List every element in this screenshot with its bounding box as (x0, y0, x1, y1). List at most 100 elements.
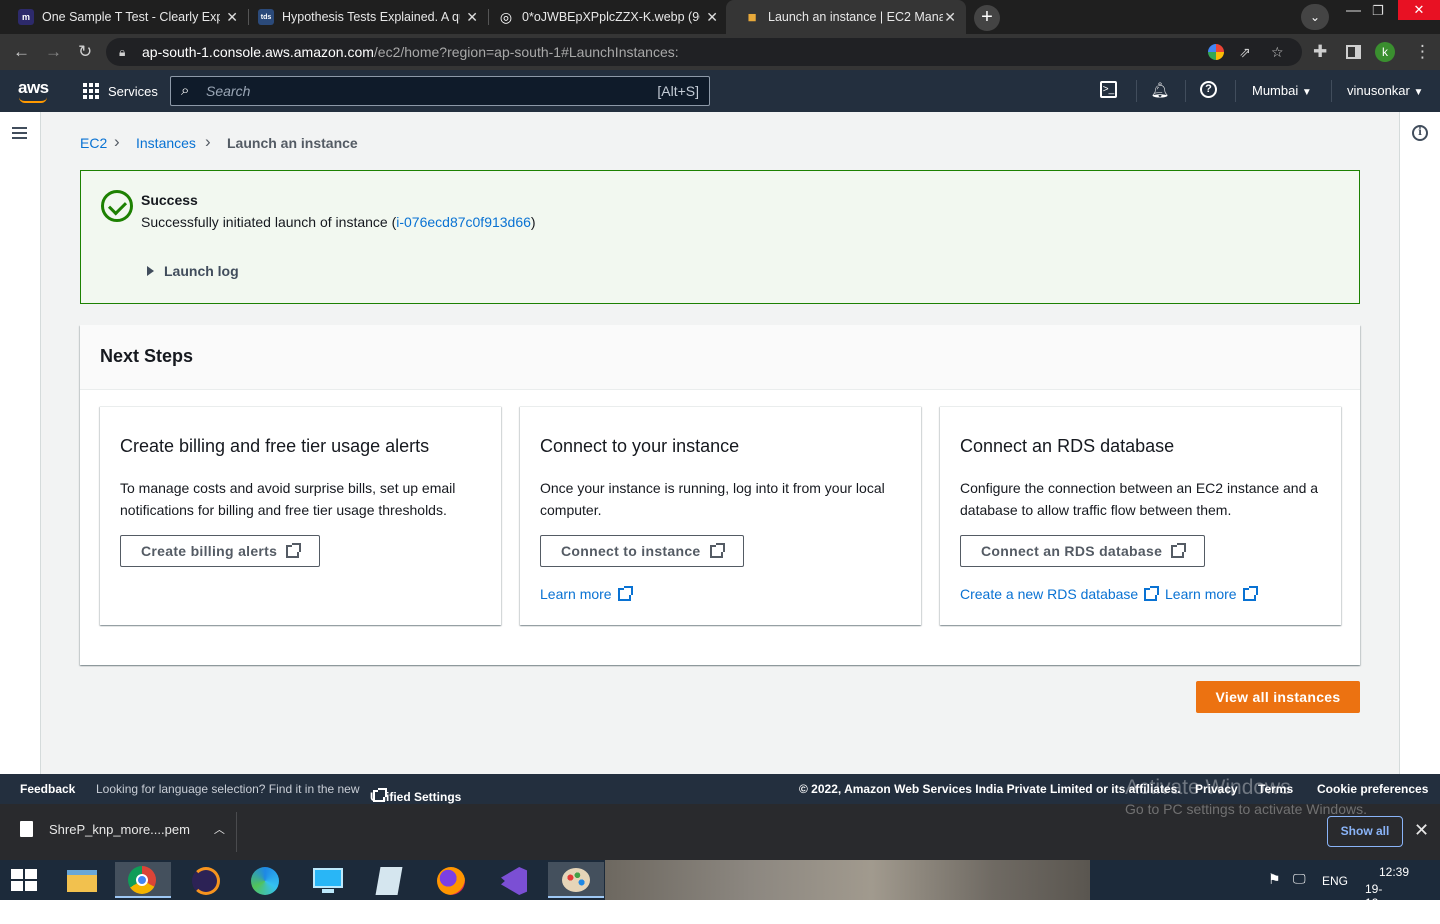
card-title: Connect an RDS database (960, 436, 1175, 456)
learn-more-link[interactable]: Learn more (540, 585, 633, 602)
reload-icon[interactable]: ↻ (78, 42, 92, 62)
bookmark-star-icon[interactable]: ☆ (1271, 38, 1284, 66)
close-tab-icon[interactable]: ✕ (226, 9, 238, 26)
success-check-icon (101, 190, 133, 222)
button-label: Connect an RDS database (981, 543, 1163, 559)
browser-tab-active[interactable]: ■ Launch an instance | EC2 Manage ✕ (726, 0, 966, 34)
aws-box-favicon-icon: ■ (747, 8, 757, 26)
help-icon[interactable]: ? (1200, 81, 1217, 98)
file-explorer-icon[interactable] (55, 862, 111, 898)
flash-title: Success (141, 192, 198, 208)
services-label: Services (108, 83, 158, 99)
windows-start-icon[interactable] (11, 869, 39, 891)
rds-database-card: Connect an RDS database Configure the co… (940, 406, 1341, 625)
restore-window-icon[interactable]: ❐ (1372, 3, 1384, 19)
eclipse-icon[interactable] (178, 862, 234, 898)
region-selector[interactable]: Mumbai ▼ (1252, 83, 1312, 98)
visual-studio-icon[interactable] (486, 862, 542, 898)
breadcrumb-current: Launch an instance (227, 135, 358, 151)
browser-tab-strip: m One Sample T Test - Clearly Expla ✕ td… (0, 0, 1440, 34)
close-tab-icon[interactable]: ✕ (706, 9, 718, 26)
aws-top-nav: aws Services ⌕ Search [Alt+S] >_ 🔔︎ ? Mu… (0, 70, 1440, 112)
create-new-rds-link[interactable]: Create a new RDS database (960, 585, 1160, 602)
cookie-preferences-link[interactable]: Cookie preferences (1317, 782, 1428, 796)
search-input[interactable]: ⌕ Search [Alt+S] (170, 76, 710, 106)
browser-tab[interactable]: ◎ 0*oJWBEpXPplcZZX-K.webp (960 ✕ (480, 0, 728, 34)
profile-avatar[interactable]: k (1375, 42, 1395, 62)
speaker-icon[interactable]: 🖵︎ (1293, 871, 1306, 887)
flash-message-text: Successfully initiated launch of instanc… (141, 214, 397, 230)
chevron-up-icon[interactable]: ︿ (214, 821, 225, 837)
search-shortcut: [Alt+S] (657, 83, 699, 99)
browser-tab[interactable]: m One Sample T Test - Clearly Expla ✕ (0, 0, 248, 34)
caret-down-icon: ▼ (1301, 87, 1312, 98)
close-tab-icon[interactable]: ✕ (466, 9, 478, 26)
next-steps-header: Next Steps (80, 325, 1360, 390)
tab-title: One Sample T Test - Clearly Expla (42, 10, 220, 24)
tds-favicon-icon: tds (258, 9, 274, 25)
browser-tab[interactable]: tds Hypothesis Tests Explained. A qu ✕ (240, 0, 488, 34)
show-all-downloads-button[interactable]: Show all (1327, 816, 1403, 847)
clock-date[interactable]: 19-12-2022 (1365, 882, 1392, 924)
tab-search-chevron-down-icon[interactable]: ⌄ (1301, 4, 1329, 30)
close-downloads-icon[interactable]: ✕ (1414, 820, 1429, 841)
chevron-right-icon: › (114, 132, 120, 151)
google-lens-icon[interactable] (1208, 44, 1224, 60)
launch-log-toggle[interactable]: Launch log (147, 263, 239, 279)
copyright-text: © 2022, Amazon Web Services India Privat… (799, 782, 1181, 796)
minimize-icon[interactable]: — (1346, 2, 1361, 19)
edge-icon[interactable] (238, 862, 294, 898)
remote-desktop-icon[interactable] (300, 862, 356, 898)
services-menu-button[interactable]: Services (83, 70, 158, 112)
link-label: Learn more (540, 586, 612, 602)
address-bar[interactable]: 🔒︎ ap-south-1.console.aws.amazon.com/ec2… (106, 38, 1302, 66)
learn-more-link[interactable]: Learn more (1165, 585, 1258, 602)
external-link-icon (373, 788, 387, 802)
view-all-instances-button[interactable]: View all instances (1196, 681, 1360, 713)
feedback-link[interactable]: Feedback (20, 782, 75, 796)
url-host: ap-south-1.console.aws.amazon.com (142, 44, 374, 60)
external-link-icon (617, 585, 633, 601)
notifications-bell-icon[interactable]: 🔔︎ (1150, 81, 1170, 101)
new-tab-plus-icon[interactable]: + (974, 5, 1000, 31)
breadcrumb-instances[interactable]: Instances (136, 135, 196, 151)
info-icon[interactable]: i (1412, 125, 1428, 141)
firefox-icon[interactable] (424, 862, 480, 898)
caret-right-icon (147, 266, 154, 276)
hamburger-menu-icon[interactable] (12, 127, 27, 142)
launch-log-label: Launch log (164, 263, 239, 279)
clock-time[interactable]: 12:39 (1379, 865, 1409, 879)
url-path: /ec2/home?region=ap-south-1#LaunchInstan… (373, 44, 679, 60)
card-description: To manage costs and avoid surprise bills… (120, 480, 456, 518)
network-warning-icon[interactable]: ⚑ (1268, 871, 1281, 888)
browser-menu-kebab-icon[interactable]: ⋮ (1414, 42, 1431, 62)
notepad-icon[interactable] (362, 862, 418, 898)
paint-icon[interactable] (548, 862, 604, 898)
create-billing-alerts-button[interactable]: Create billing alerts (120, 535, 321, 567)
share-icon[interactable]: ⇗ (1239, 38, 1251, 66)
instance-id-link[interactable]: i-076ecd87c0f913d66 (396, 214, 531, 230)
breadcrumb-ec2[interactable]: EC2 (80, 135, 107, 151)
chrome-icon[interactable] (115, 862, 171, 898)
cloudshell-icon[interactable]: >_ (1100, 81, 1117, 98)
side-panel-icon[interactable] (1346, 45, 1361, 59)
connect-to-instance-button[interactable]: Connect to instance (540, 535, 744, 567)
caret-down-icon: ▼ (1413, 87, 1424, 98)
next-steps-title: Next Steps (100, 346, 194, 366)
forward-arrow-icon[interactable]: → (45, 42, 62, 62)
download-item[interactable]: ShreP_knp_more....pem ︿ (20, 821, 225, 837)
flash-message-suffix: ) (530, 214, 536, 230)
back-arrow-icon[interactable]: ← (13, 42, 30, 62)
next-steps-container: Next Steps Create billing and free tier … (80, 325, 1360, 665)
close-tab-icon[interactable]: ✕ (944, 9, 956, 26)
aws-logo[interactable]: aws (18, 78, 49, 103)
connect-rds-database-button[interactable]: Connect an RDS database (960, 535, 1206, 567)
input-language[interactable]: ENG (1322, 874, 1348, 888)
success-flash-banner: Success Successfully initiated launch of… (80, 170, 1360, 304)
tools-panel-rail: i (1399, 112, 1440, 774)
close-window-icon[interactable]: ✕ (1398, 0, 1440, 20)
download-divider (236, 812, 237, 852)
account-menu[interactable]: vinusonkar ▼ (1347, 83, 1423, 98)
extensions-puzzle-icon[interactable]: ✚ (1313, 42, 1327, 62)
search-placeholder: Search (206, 83, 251, 99)
